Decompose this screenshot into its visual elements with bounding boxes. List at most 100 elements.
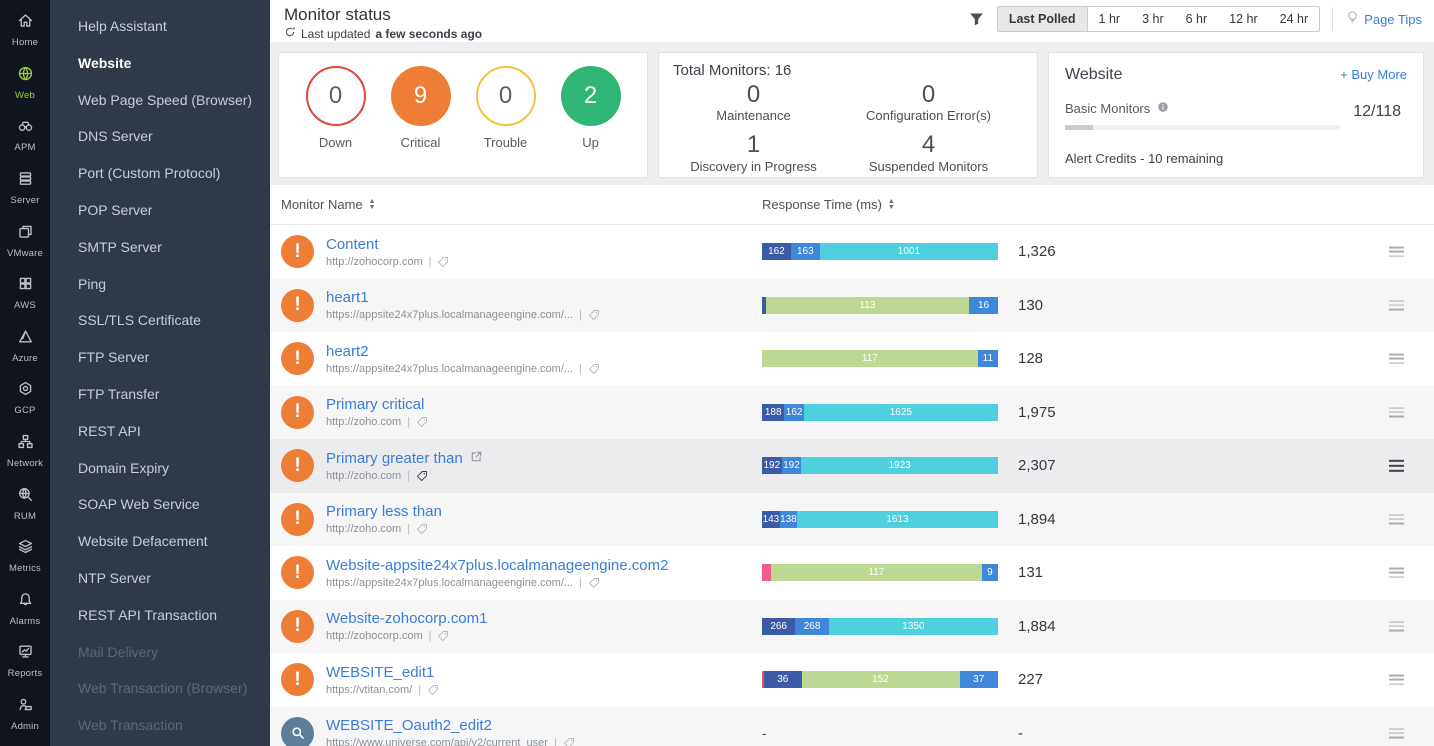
filter-icon[interactable]	[968, 11, 985, 28]
critical-status-icon[interactable]: !	[281, 502, 314, 536]
critical-status-icon[interactable]: !	[281, 449, 314, 483]
time-range-1-hr[interactable]: 1 hr	[1088, 7, 1132, 31]
tag-icon[interactable]	[437, 630, 449, 642]
info-icon[interactable]	[1157, 101, 1169, 116]
rail-item-azure[interactable]: Azure	[0, 320, 50, 373]
status-critical[interactable]: 9 Critical	[390, 66, 451, 150]
sidebar-item-rest-api[interactable]: REST API	[50, 413, 270, 450]
rail-item-rum[interactable]: RUM	[0, 477, 50, 530]
monitor-name-link[interactable]: Primary greater than	[326, 450, 762, 467]
reports-icon	[17, 643, 34, 665]
critical-status-icon[interactable]: !	[281, 663, 314, 697]
tag-icon[interactable]	[588, 577, 600, 589]
sidebar-item-domain-expiry[interactable]: Domain Expiry	[50, 450, 270, 487]
sidebar-item-ntp-server[interactable]: NTP Server	[50, 560, 270, 597]
column-monitor-name[interactable]: Monitor Name ▲ ▼	[281, 197, 762, 212]
row-menu-icon[interactable]	[1389, 351, 1404, 366]
critical-status-icon[interactable]: !	[281, 235, 314, 269]
critical-status-icon[interactable]: !	[281, 342, 314, 376]
row-menu-icon[interactable]	[1389, 512, 1404, 527]
monitor-info: Primary greater than http://zoho.com |	[326, 450, 762, 482]
rail-item-vmware[interactable]: VMware	[0, 214, 50, 267]
status-up[interactable]: 2 Up	[560, 66, 621, 150]
status-trouble[interactable]: 0 Trouble	[475, 66, 536, 150]
sidebar-item-ping[interactable]: Ping	[50, 266, 270, 303]
critical-status-icon[interactable]: !	[281, 395, 314, 429]
rail-item-metrics[interactable]: Metrics	[0, 530, 50, 583]
row-menu-icon[interactable]	[1389, 726, 1404, 741]
monitor-name-link[interactable]: WEBSITE_edit1	[326, 664, 762, 681]
monitor-info: WEBSITE_Oauth2_edit2 https://www.universe…	[326, 717, 762, 746]
rail-item-network[interactable]: Network	[0, 425, 50, 478]
row-menu-icon[interactable]	[1389, 405, 1404, 420]
discovery-status-icon[interactable]	[281, 716, 314, 746]
monitor-name-link[interactable]: Website-zohocorp.com1	[326, 610, 762, 627]
bar-segment-blue: 192	[781, 457, 802, 475]
monitor-name-link[interactable]: Website-appsite24x7plus.localmanageengin…	[326, 557, 762, 574]
sidebar-item-port-custom-protocol-[interactable]: Port (Custom Protocol)	[50, 155, 270, 192]
critical-status-icon[interactable]: !	[281, 556, 314, 590]
tag-icon[interactable]	[563, 737, 575, 746]
sidebar-item-web-page-speed-browser-[interactable]: Web Page Speed (Browser)	[50, 82, 270, 119]
monitor-info: heart1 https://appsite24x7plus.localmanag…	[326, 289, 762, 321]
critical-status-icon[interactable]: !	[281, 609, 314, 643]
sidebar-item-ssl-tls-certificate[interactable]: SSL/TLS Certificate	[50, 302, 270, 339]
rail-item-apm[interactable]: APM	[0, 109, 50, 162]
tag-icon[interactable]	[427, 684, 439, 696]
time-range-3-hr[interactable]: 3 hr	[1131, 7, 1175, 31]
row-menu-icon[interactable]	[1389, 458, 1404, 474]
sidebar-item-smtp-server[interactable]: SMTP Server	[50, 229, 270, 266]
rail-item-alarms[interactable]: Alarms	[0, 583, 50, 636]
tag-icon[interactable]	[416, 470, 428, 482]
monitor-name-link[interactable]: Primary critical	[326, 396, 762, 413]
rail-item-aws[interactable]: AWS	[0, 267, 50, 320]
tag-icon[interactable]	[416, 416, 428, 428]
tag-icon[interactable]	[437, 256, 449, 268]
row-menu-icon[interactable]	[1389, 565, 1404, 580]
row-menu-icon[interactable]	[1389, 672, 1404, 687]
sidebar-item-website[interactable]: Website	[50, 45, 270, 82]
monitor-name-link[interactable]: WEBSITE_Oauth2_edit2	[326, 717, 762, 734]
time-range-24-hr[interactable]: 24 hr	[1269, 7, 1320, 31]
sidebar-item-pop-server[interactable]: POP Server	[50, 192, 270, 229]
sidebar-item-ftp-transfer[interactable]: FTP Transfer	[50, 376, 270, 413]
rail-item-reports[interactable]: Reports	[0, 635, 50, 688]
time-range-12-hr[interactable]: 12 hr	[1218, 7, 1269, 31]
monitor-info: Content http://zohocorp.com |	[326, 236, 762, 268]
sort-icon: ▲ ▼	[368, 198, 376, 211]
column-response-time[interactable]: Response Time (ms) ▲ ▼	[762, 197, 895, 212]
row-menu-icon[interactable]	[1389, 619, 1404, 634]
tag-icon[interactable]	[416, 523, 428, 535]
monitor-url-text: https://vtitan.com/	[326, 683, 413, 696]
page-tips-link[interactable]: Page Tips	[1345, 10, 1422, 28]
sidebar-item-rest-api-transaction[interactable]: REST API Transaction	[50, 597, 270, 634]
sidebar-item-ftp-server[interactable]: FTP Server	[50, 339, 270, 376]
sidebar-item-dns-server[interactable]: DNS Server	[50, 118, 270, 155]
monitor-url-text: https://appsite24x7plus.localmanageengin…	[326, 576, 574, 589]
refresh-icon[interactable]	[284, 26, 296, 41]
rail-item-home[interactable]: Home	[0, 4, 50, 57]
tag-icon[interactable]	[588, 309, 600, 321]
time-range-6-hr[interactable]: 6 hr	[1175, 7, 1219, 31]
external-link-icon[interactable]	[470, 450, 483, 467]
url-separator: |	[418, 683, 422, 696]
row-menu-icon[interactable]	[1389, 244, 1404, 259]
rail-item-admin[interactable]: Admin	[0, 688, 50, 741]
critical-status-icon[interactable]: !	[281, 288, 314, 322]
rail-item-web[interactable]: Web	[0, 57, 50, 110]
monitor-name-link[interactable]: heart2	[326, 343, 762, 360]
tag-icon[interactable]	[588, 363, 600, 375]
sidebar-item-soap-web-service[interactable]: SOAP Web Service	[50, 486, 270, 523]
buy-more-link[interactable]: + Buy More	[1340, 67, 1407, 82]
row-menu-icon[interactable]	[1389, 298, 1404, 313]
monitor-name-link[interactable]: heart1	[326, 289, 762, 306]
rail-item-label: Network	[6, 458, 44, 470]
rail-item-server[interactable]: Server	[0, 162, 50, 215]
sidebar-item-help-assistant[interactable]: Help Assistant	[50, 8, 270, 45]
time-range-last-polled[interactable]: Last Polled	[997, 7, 1088, 31]
monitor-name-link[interactable]: Primary less than	[326, 503, 762, 520]
status-down[interactable]: 0 Down	[305, 66, 366, 150]
sidebar-item-website-defacement[interactable]: Website Defacement	[50, 523, 270, 560]
rail-item-gcp[interactable]: GCP	[0, 372, 50, 425]
monitor-name-link[interactable]: Content	[326, 236, 762, 253]
